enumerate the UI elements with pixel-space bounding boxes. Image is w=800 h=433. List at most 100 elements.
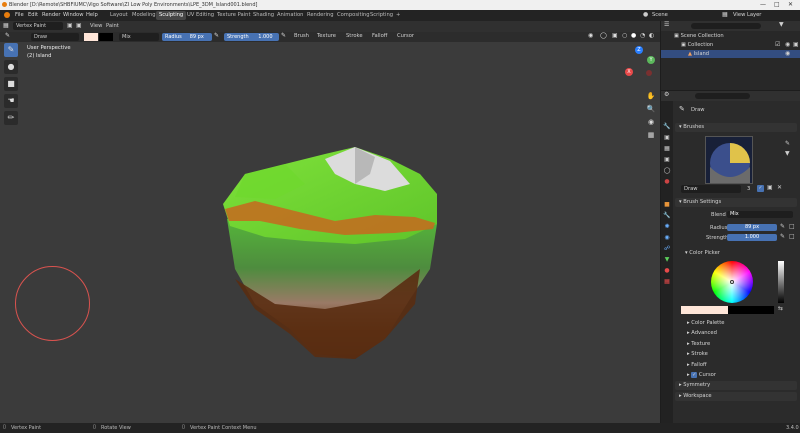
- minimize-icon[interactable]: —: [760, 1, 766, 8]
- view-layer-icon[interactable]: ▦: [722, 12, 728, 18]
- grid-view-icon[interactable]: ▦: [646, 132, 656, 142]
- menu-paint[interactable]: Paint: [106, 23, 119, 29]
- annotate-tool-icon[interactable]: ✏: [4, 111, 18, 125]
- secondary-color-swatch-panel[interactable]: [728, 306, 774, 314]
- menu-window[interactable]: Window: [63, 12, 83, 18]
- blur-tool-icon[interactable]: ●: [4, 60, 18, 74]
- radius-slider[interactable]: 89 px: [727, 224, 777, 231]
- data-tab-icon[interactable]: ▼: [663, 256, 671, 264]
- secondary-color-swatch[interactable]: [99, 33, 113, 41]
- radius-unit-icon[interactable]: □: [789, 224, 795, 230]
- vertex-select-icon[interactable]: ▣: [67, 23, 73, 29]
- blend-mode-selector[interactable]: Mix: [119, 33, 159, 41]
- tab-scripting[interactable]: Scripting: [367, 11, 396, 20]
- brush-more-icon[interactable]: ▼: [785, 151, 790, 157]
- gizmo-z-axis[interactable]: Z: [635, 46, 643, 54]
- visibility-eye-icon[interactable]: ◉: [785, 51, 790, 57]
- shading-render-icon[interactable]: ◐: [649, 33, 654, 39]
- camera-restrict-icon[interactable]: ▣: [793, 42, 799, 48]
- scene-selector[interactable]: Scene: [652, 12, 668, 18]
- particles-tab-icon[interactable]: ✺: [663, 223, 671, 231]
- tab-uv-editing[interactable]: UV Editing: [184, 11, 217, 20]
- tab-sculpting[interactable]: Sculpting: [156, 11, 187, 20]
- tab-animation[interactable]: Animation: [274, 11, 306, 20]
- gizmo-y-axis[interactable]: Y: [647, 56, 655, 64]
- outliner-item-island[interactable]: ▲ Island: [661, 50, 800, 58]
- gizmo-neg-x[interactable]: [646, 70, 652, 76]
- xray-icon[interactable]: ▣: [612, 33, 618, 39]
- brush-tool-icon[interactable]: ✎: [5, 33, 10, 39]
- menu-view[interactable]: View: [90, 23, 102, 29]
- brushes-panel-header[interactable]: ▾ Brushes: [675, 123, 797, 132]
- navigation-gizmo[interactable]: Z Y X: [622, 46, 656, 80]
- output-tab-icon[interactable]: ▦: [663, 145, 671, 153]
- 3d-viewport[interactable]: ▦ Vertex Paint ▣ ▣ View Paint ✎ ✎ Draw M…: [0, 21, 660, 423]
- texture-tab-icon[interactable]: ▦: [663, 278, 671, 286]
- modifier-tab-icon[interactable]: 🔧: [663, 212, 671, 220]
- world-tab-icon[interactable]: ●: [663, 178, 671, 186]
- add-workspace-button[interactable]: +: [393, 11, 403, 20]
- scene-icon[interactable]: ●: [643, 12, 648, 18]
- visibility-eye-icon[interactable]: ◉: [785, 42, 790, 48]
- value-slider[interactable]: [778, 261, 784, 303]
- brush-add-icon[interactable]: ✎: [785, 141, 790, 147]
- color-wheel[interactable]: [711, 261, 753, 303]
- radius-field[interactable]: Radius 89 px: [162, 33, 212, 41]
- strength-field[interactable]: Strength 1.000: [224, 33, 279, 41]
- cursor-subpanel[interactable]: ▸ ✓ Cursor: [687, 372, 716, 378]
- camera-icon[interactable]: ◉: [646, 119, 656, 129]
- brush-preview[interactable]: [705, 136, 753, 184]
- menu-falloff[interactable]: Falloff: [372, 33, 387, 39]
- outliner-item-scene-collection[interactable]: ▣ Scene Collection: [674, 33, 724, 39]
- pan-hand-icon[interactable]: ✋: [646, 93, 656, 103]
- gizmo-x-axis[interactable]: X: [625, 68, 633, 76]
- close-icon[interactable]: ✕: [788, 1, 793, 8]
- outliner-editor-icon[interactable]: ☰: [664, 22, 669, 28]
- color-picker-subpanel-header[interactable]: ▾ Color Picker: [681, 249, 796, 258]
- properties-editor-icon[interactable]: ⚙: [664, 92, 669, 98]
- mode-selector[interactable]: Vertex Paint: [13, 22, 63, 30]
- draw-tool-icon[interactable]: ✎: [4, 43, 18, 57]
- pen-pressure-icon[interactable]: ✎: [214, 33, 219, 39]
- smear-tool-icon[interactable]: ☚: [4, 94, 18, 108]
- falloff-subpanel[interactable]: ▸ Falloff: [687, 362, 707, 368]
- advanced-subpanel[interactable]: ▸ Advanced: [687, 330, 717, 336]
- stroke-subpanel[interactable]: ▸ Stroke: [687, 351, 708, 357]
- workspace-panel-header[interactable]: ▸ Workspace: [675, 392, 797, 401]
- checkbox-icon[interactable]: ☑: [775, 42, 780, 48]
- menu-stroke[interactable]: Stroke: [346, 33, 363, 39]
- brush-selector[interactable]: Draw: [31, 33, 79, 41]
- shading-wire-icon[interactable]: ○: [622, 33, 627, 39]
- menu-render[interactable]: Render: [42, 12, 60, 18]
- strength-pressure-icon[interactable]: ✎: [780, 234, 785, 240]
- outliner-item-collection[interactable]: ▣ Collection: [681, 42, 713, 48]
- strength-slider[interactable]: 1.000: [727, 234, 777, 241]
- cursor-checkbox-icon[interactable]: ✓: [691, 372, 698, 378]
- shading-material-icon[interactable]: ◔: [640, 33, 645, 39]
- tab-layout[interactable]: Layout: [107, 11, 131, 20]
- menu-help[interactable]: Help: [86, 12, 98, 18]
- show-gizmo-icon[interactable]: ◉: [588, 33, 593, 39]
- material-tab-icon[interactable]: ●: [663, 267, 671, 275]
- menu-cursor[interactable]: Cursor: [397, 33, 414, 39]
- primary-color-swatch[interactable]: [681, 306, 728, 314]
- symmetry-panel-header[interactable]: ▸ Symmetry: [675, 381, 797, 390]
- tab-modeling[interactable]: Modeling: [129, 11, 159, 20]
- strength-pressure-icon[interactable]: ✎: [281, 33, 286, 39]
- swap-colors-icon[interactable]: ⇆: [778, 306, 783, 312]
- menu-texture[interactable]: Texture: [317, 33, 336, 39]
- face-select-icon[interactable]: ▣: [76, 23, 82, 29]
- shading-solid-icon[interactable]: ●: [631, 33, 636, 39]
- maximize-icon[interactable]: □: [774, 1, 780, 8]
- brush-settings-panel-header[interactable]: ▾ Brush Settings: [675, 198, 797, 207]
- unlink-brush-icon[interactable]: ✕: [777, 185, 782, 191]
- menu-edit[interactable]: Edit: [28, 12, 38, 18]
- fake-user-shield-icon[interactable]: ✓: [757, 185, 764, 192]
- properties-search-input[interactable]: [695, 93, 750, 99]
- color-wheel-cursor[interactable]: [730, 280, 734, 284]
- radius-pressure-icon[interactable]: ✎: [780, 224, 785, 230]
- tab-texture-paint[interactable]: Texture Paint: [214, 11, 253, 20]
- filter-icon[interactable]: ▼: [779, 22, 784, 28]
- zoom-icon[interactable]: 🔍: [646, 106, 656, 116]
- tab-rendering[interactable]: Rendering: [304, 11, 337, 20]
